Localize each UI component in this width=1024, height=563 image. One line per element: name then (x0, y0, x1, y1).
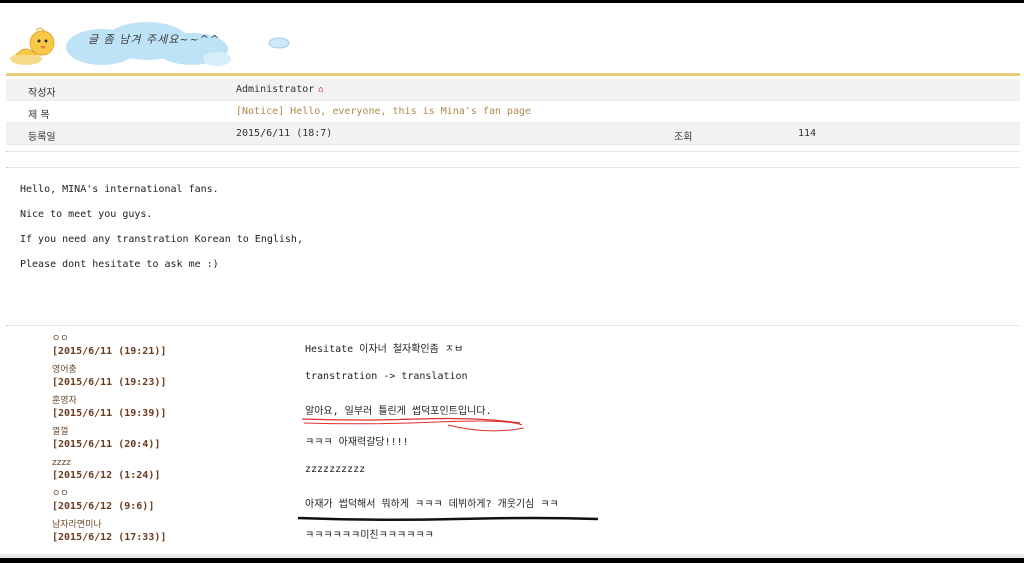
subject-label: 제 목 (28, 110, 50, 121)
comment-date: [2015/6/11 (19:39)] (52, 408, 167, 419)
author-name: Administrator (236, 84, 315, 95)
banner-text: 글 좀 남겨 주세요~~^^ (88, 33, 221, 46)
body-line: Nice to meet you guys. (20, 209, 153, 220)
body-line: Hello, MINA's international fans. (20, 184, 219, 195)
comment-text: transtration -> translation (305, 371, 468, 382)
comment-date: [2015/6/11 (19:21)] (52, 346, 167, 357)
comment-text: 아재가 썹덕해서 뭐하게 ㅋㅋㅋ 데뷔하게? 개웃기심 ㅋㅋ (305, 499, 559, 510)
author-value: Administrator ⌂ (236, 84, 324, 95)
comment-item: 남자라면미나 [2015/6/12 (17:33)] ㅋㅋㅋㅋㅋㅋ미친ㅋㅋㅋㅋㅋ… (0, 520, 1024, 551)
comment-item: 훈영자 [2015/6/11 (19:39)] 알아요, 일부러 틀린게 썹덕포… (0, 396, 1024, 427)
comment-list: ㅇㅇ [2015/6/11 (19:21)] Hesitate 이자너 철자확인… (0, 334, 1024, 551)
body-line: Please dont hesitate to ask me :) (20, 259, 219, 270)
small-cloud-icon (268, 37, 290, 49)
post-meta-table: 작성자 Administrator ⌂ 제 목 [Notice] Hello, e… (6, 79, 1020, 145)
comment-author: ㅇㅇ (52, 334, 69, 344)
comment-item: 껄껄 [2015/6/11 (20:4)] ㅋㅋㅋ 아재력갈당!!!! (0, 427, 1024, 458)
comment-date: [2015/6/12 (9:6)] (52, 501, 155, 512)
post-subject: [Notice] Hello, everyone, this is Mina's… (236, 106, 532, 117)
comment-date: [2015/6/11 (19:23)] (52, 377, 167, 388)
chick-mascot-icon (10, 27, 55, 65)
comment-text: Hesitate 이자너 철자확인좀 ㅈㅂ (305, 344, 464, 355)
comment-text: zzzzzzzzzz (305, 464, 366, 475)
admin-icon: ⌂ (318, 85, 324, 95)
comment-author: 껄껄 (52, 427, 69, 437)
comment-text: 알아요, 일부러 틀린게 썹덕포인트입니다. (305, 406, 492, 417)
comment-author: zzzz (52, 458, 71, 468)
bottom-bar (0, 554, 1024, 558)
divider (6, 325, 1020, 326)
banner: 글 좀 남겨 주세요~~^^ (0, 3, 1024, 71)
screen: 글 좀 남겨 주세요~~^^ 작성자 Administrator ⌂ 제 목 [N… (0, 3, 1024, 558)
body-line: If you need any transtration Korean to E… (20, 234, 303, 245)
divider (6, 167, 1020, 168)
comment-date: [2015/6/12 (1:24)] (52, 470, 161, 481)
comment-author: 훈영자 (52, 396, 77, 406)
author-row: 작성자 Administrator ⌂ (6, 79, 1020, 101)
comment-author: ㅇㅇ (52, 489, 69, 499)
comment-text: ㅋㅋㅋ 아재력갈당!!!! (305, 437, 409, 448)
comment-author: 영어충 (52, 365, 77, 375)
subject-row: 제 목 [Notice] Hello, everyone, this is Mi… (6, 101, 1020, 123)
divider (6, 151, 1020, 152)
comment-author: 남자라면미나 (52, 520, 102, 530)
date-label: 등록일 (28, 132, 56, 143)
views-count: 114 (798, 128, 817, 139)
comment-item: 영어충 [2015/6/11 (19:23)] transtration -> … (0, 365, 1024, 396)
comment-text: ㅋㅋㅋㅋㅋㅋ미친ㅋㅋㅋㅋㅋㅋ (305, 530, 434, 541)
views-label: 조회 (674, 132, 693, 143)
comment-date: [2015/6/11 (20:4)] (52, 439, 161, 450)
header-divider (6, 73, 1020, 76)
comment-item: zzzz [2015/6/12 (1:24)] zzzzzzzzzz (0, 458, 1024, 489)
comment-item: ㅇㅇ [2015/6/12 (9:6)] 아재가 썹덕해서 뭐하게 ㅋㅋㅋ 데뷔… (0, 489, 1024, 520)
comment-item: ㅇㅇ [2015/6/11 (19:21)] Hesitate 이자너 철자확인… (0, 334, 1024, 365)
post-body: Hello, MINA's international fans. Nice t… (20, 181, 303, 281)
comment-date: [2015/6/12 (17:33)] (52, 532, 167, 543)
date-row: 등록일 2015/6/11 (18:7) 조회 114 (6, 123, 1020, 145)
post-date: 2015/6/11 (18:7) (236, 128, 333, 139)
author-label: 작성자 (28, 88, 56, 99)
